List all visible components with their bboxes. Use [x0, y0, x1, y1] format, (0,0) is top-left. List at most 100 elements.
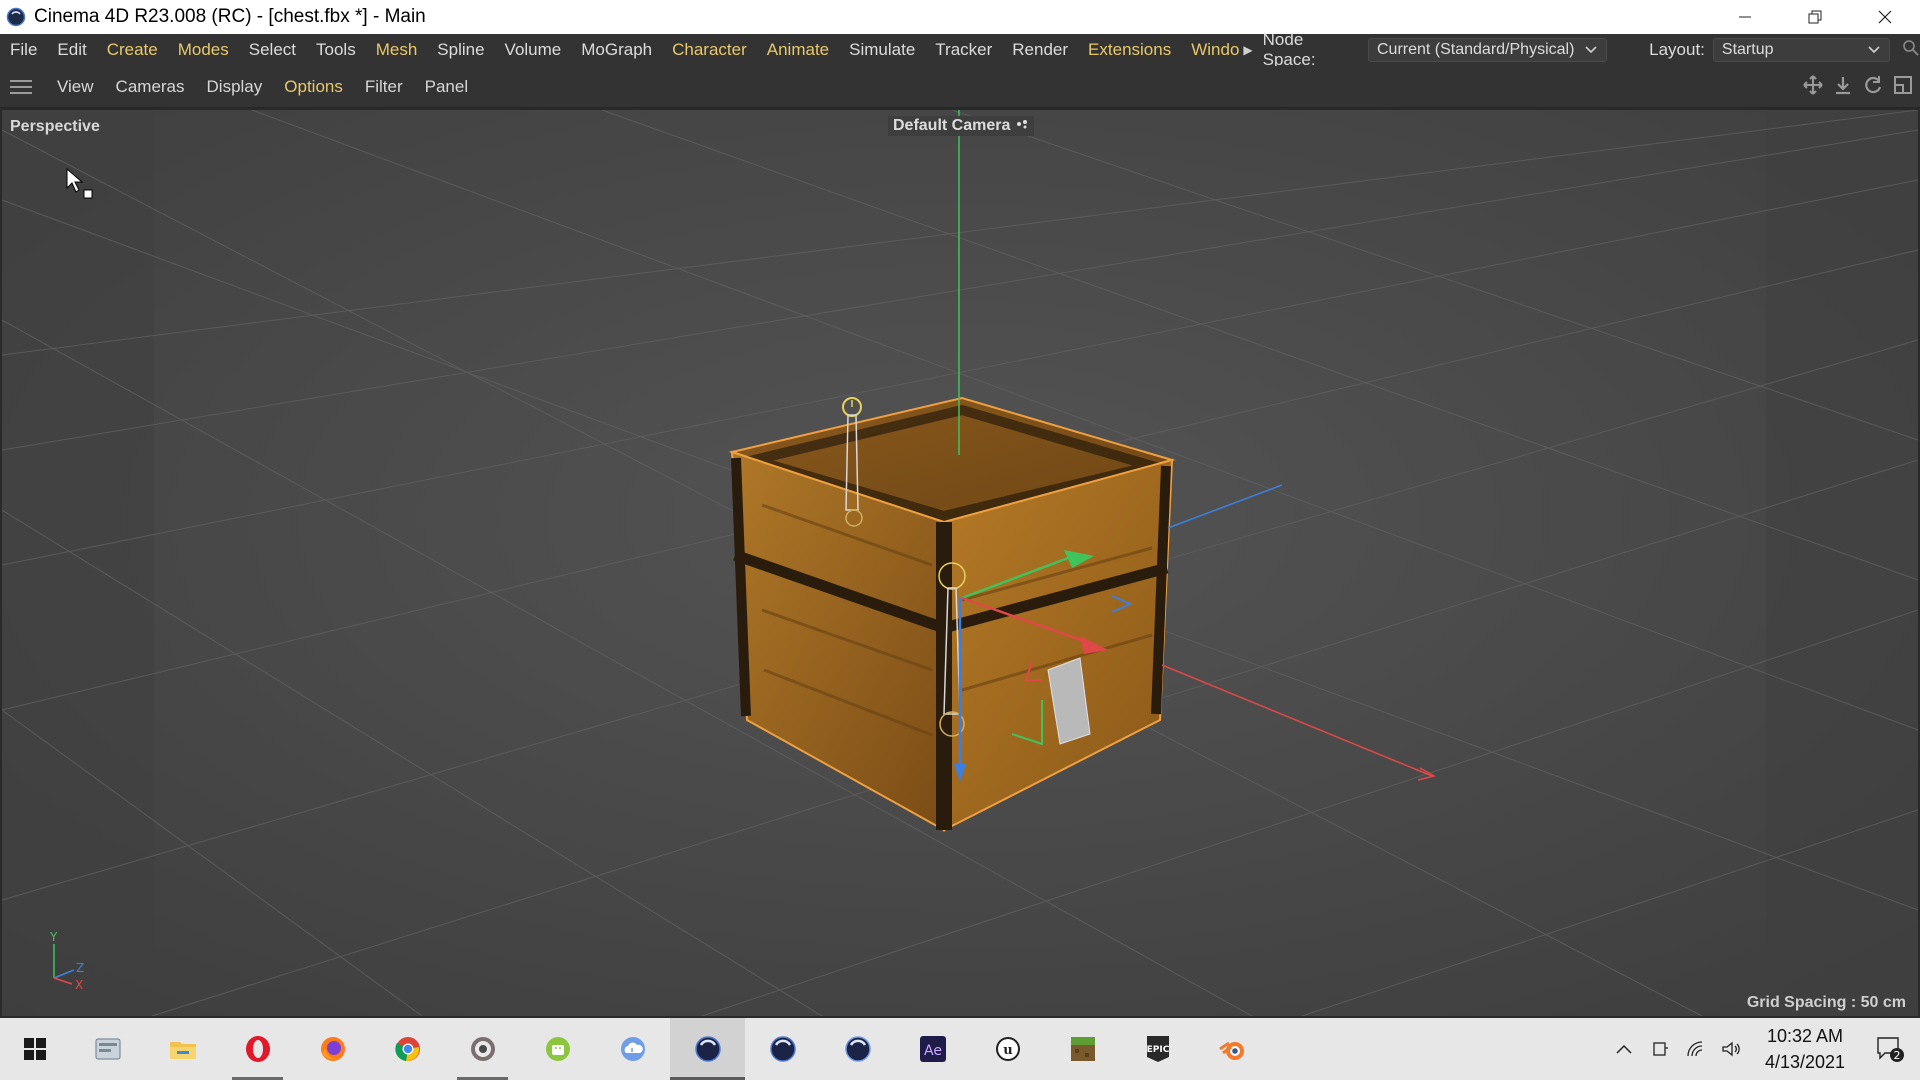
camera-icon	[1016, 120, 1027, 129]
taskbar-app-file-explorer-alt[interactable]	[70, 1018, 145, 1080]
menu-mesh[interactable]: Mesh	[366, 40, 428, 60]
notification-center-icon: 2	[1877, 1037, 1904, 1062]
taskbar-app-cinema4d[interactable]	[670, 1018, 745, 1080]
toggle-panel-icon[interactable]	[1892, 74, 1914, 96]
viewport-toolbar: View Cameras Display Options Filter Panel	[0, 66, 1920, 108]
taskbar-app-android-app[interactable]	[520, 1018, 595, 1080]
search-icon[interactable]	[1902, 39, 1920, 62]
move-view-icon[interactable]	[1802, 74, 1824, 96]
viewport-menu-panel[interactable]: Panel	[414, 77, 479, 97]
taskbar-app-chrome[interactable]	[370, 1018, 445, 1080]
axis-x-label: X	[75, 978, 83, 990]
wifi-icon[interactable]	[1678, 1040, 1714, 1058]
taskbar-app-blender[interactable]	[1195, 1018, 1270, 1080]
menu-volume[interactable]: Volume	[495, 40, 572, 60]
after-effects-label: Ae	[924, 1043, 942, 1059]
taskbar-app-opera[interactable]	[220, 1018, 295, 1080]
mouse-cursor-icon	[66, 168, 93, 199]
obs-icon	[470, 1037, 495, 1061]
viewport-menu-cameras[interactable]: Cameras	[105, 77, 196, 97]
menu-tracker[interactable]: Tracker	[925, 40, 1002, 60]
after-effects-icon: Ae	[919, 1036, 946, 1062]
menu-create[interactable]: Create	[97, 40, 168, 60]
viewport-projection-label[interactable]: Perspective	[10, 118, 100, 136]
viewport-menu-options[interactable]: Options	[273, 77, 354, 97]
epic-games-icon: EPIC	[1146, 1036, 1169, 1062]
clock-date: 4/13/2021	[1764, 1052, 1846, 1072]
blender-icon	[1218, 1041, 1244, 1060]
layout-dropdown[interactable]: Startup	[1712, 38, 1890, 62]
menu-edit[interactable]: Edit	[47, 40, 96, 60]
close-icon[interactable]	[1850, 0, 1920, 34]
title-bar: Cinema 4D R23.008 (RC) - [chest.fbx *] -…	[0, 0, 1920, 34]
taskbar-app-cinema4d-lite[interactable]	[820, 1018, 895, 1080]
start-button[interactable]	[0, 1018, 70, 1080]
file-explorer-icon	[169, 1042, 196, 1059]
axis-z-label: Z	[76, 961, 84, 975]
firefox-icon	[320, 1037, 345, 1061]
node-space-dropdown[interactable]: Current (Standard/Physical)	[1367, 38, 1608, 62]
menu-tools[interactable]: Tools	[306, 40, 366, 60]
notification-count: 2	[1894, 1049, 1901, 1062]
zoom-view-icon[interactable]	[1832, 74, 1854, 96]
menu-overflow-arrow-icon[interactable]: ▶	[1243, 43, 1252, 57]
cloud-music-icon	[620, 1037, 645, 1061]
taskbar-app-file-explorer[interactable]	[145, 1018, 220, 1080]
taskbar-app-epic-games[interactable]: EPIC	[1120, 1018, 1195, 1080]
clock-time: 10:32 AM	[1766, 1026, 1844, 1046]
3d-viewport[interactable]: Perspective Default Camera Y Z X Grid Sp…	[0, 108, 1920, 1018]
menu-windo[interactable]: Windo	[1181, 40, 1249, 60]
menu-render[interactable]: Render	[1002, 40, 1078, 60]
taskbar-clock[interactable]: 10:32 AM 4/13/2021	[1750, 1023, 1860, 1075]
menu-simulate[interactable]: Simulate	[839, 40, 925, 60]
minecraft-icon	[1070, 1037, 1095, 1061]
camera-label[interactable]: Default Camera	[888, 116, 1034, 136]
menu-modes[interactable]: Modes	[168, 40, 239, 60]
opera-icon	[245, 1036, 270, 1062]
tablet-mode-icon[interactable]	[1642, 1040, 1678, 1058]
taskbar-app-unreal-engine[interactable]: u	[970, 1018, 1045, 1080]
restore-icon[interactable]	[1780, 0, 1850, 34]
menu-extensions[interactable]: Extensions	[1078, 40, 1181, 60]
menu-character[interactable]: Character	[662, 40, 757, 60]
taskbar-app-cinema4d-alt[interactable]	[745, 1018, 820, 1080]
axis-y-label: Y	[49, 930, 58, 944]
main-menu-bar: File Edit Create Modes Select Tools Mesh Spline…	[0, 30, 1920, 69]
menu-spline[interactable]: Spline	[427, 40, 494, 60]
right-safe-frame	[1766, 110, 1918, 1016]
show-hidden-icons-icon[interactable]	[1606, 1044, 1642, 1054]
notifications-button[interactable]: 2	[1860, 1035, 1920, 1063]
epic-games-label: EPIC	[1146, 1045, 1169, 1055]
menu-mograph[interactable]: MoGraph	[571, 40, 662, 60]
cinema4d-alt-icon	[769, 1036, 796, 1062]
node-space-label: Node Space:	[1262, 30, 1316, 69]
viewport-menu-view[interactable]: View	[46, 77, 105, 97]
windows-taskbar: Ae u EPIC 10:32 AM 4/13/2021 2	[0, 1018, 1920, 1080]
viewport-menu-filter[interactable]: Filter	[354, 77, 414, 97]
menu-select[interactable]: Select	[239, 40, 306, 60]
taskbar-app-cloud-music[interactable]	[595, 1018, 670, 1080]
minimize-icon[interactable]	[1710, 0, 1780, 34]
chevron-down-icon	[1585, 46, 1597, 54]
hamburger-menu-icon[interactable]	[10, 79, 32, 94]
node-space-value: Current (Standard/Physical)	[1376, 41, 1575, 58]
scene-canvas[interactable]	[2, 110, 1918, 1016]
cinema4d-icon	[694, 1036, 721, 1062]
taskbar-app-after-effects[interactable]: Ae	[895, 1018, 970, 1080]
window-controls	[1710, 0, 1920, 34]
android-app-icon	[545, 1037, 570, 1061]
taskbar-app-minecraft[interactable]	[1045, 1018, 1120, 1080]
file-explorer-alt-icon	[95, 1038, 120, 1060]
grid-spacing-label: Grid Spacing : 50 cm	[1746, 994, 1906, 1011]
taskbar-app-firefox[interactable]	[295, 1018, 370, 1080]
menu-file[interactable]: File	[0, 40, 47, 60]
layout-value: Startup	[1721, 41, 1774, 58]
chrome-icon	[394, 1037, 420, 1062]
window-title: Cinema 4D R23.008 (RC) - [chest.fbx *] -…	[34, 6, 426, 27]
taskbar-app-obs[interactable]	[445, 1018, 520, 1080]
svg-text:u: u	[1003, 1043, 1012, 1058]
rotate-view-icon[interactable]	[1862, 74, 1884, 96]
menu-animate[interactable]: Animate	[757, 40, 839, 60]
viewport-menu-display[interactable]: Display	[196, 77, 274, 97]
volume-icon[interactable]	[1714, 1040, 1750, 1058]
